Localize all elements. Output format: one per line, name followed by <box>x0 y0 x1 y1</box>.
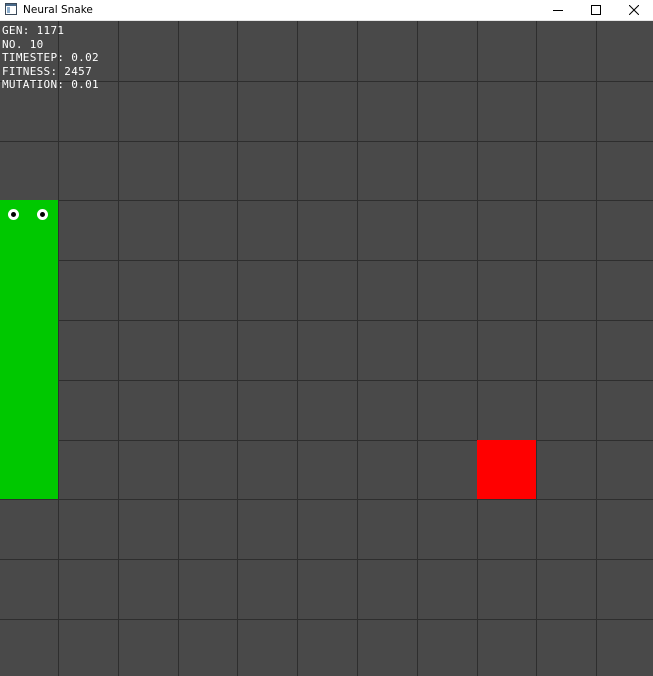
fitness-text: FITNESS: 2457 <box>2 64 92 78</box>
close-icon <box>629 5 639 15</box>
game-window: Neural Snake GEN: 1171 NO. 10 TIMESTEP: … <box>0 0 653 676</box>
food-apple <box>477 440 536 499</box>
grid-line-horizontal <box>0 559 653 560</box>
grid-line-horizontal <box>0 440 653 441</box>
grid-line-horizontal <box>0 320 653 321</box>
app-window-icon <box>5 3 17 15</box>
minimize-icon <box>553 10 563 11</box>
stats-overlay: GEN: 1171 NO. 10 TIMESTEP: 0.02 FITNESS:… <box>2 24 99 92</box>
snake-head <box>0 200 58 260</box>
grid-line-vertical <box>178 21 179 676</box>
snake-eye-right <box>37 209 48 220</box>
game-board: GEN: 1171 NO. 10 TIMESTEP: 0.02 FITNESS:… <box>0 21 653 676</box>
snake-body-segment <box>0 440 58 499</box>
grid-line-vertical <box>417 21 418 676</box>
minimize-button[interactable] <box>539 0 577 20</box>
grid-line-horizontal <box>0 141 653 142</box>
snake-body-segment <box>0 380 58 440</box>
grid-line-horizontal <box>0 499 653 500</box>
window-title: Neural Snake <box>23 4 93 16</box>
grid-line-horizontal <box>0 380 653 381</box>
generation-text: GEN: 1171 <box>2 24 65 37</box>
grid-line-horizontal <box>0 260 653 261</box>
timestep-text: TIMESTEP: 0.02 <box>2 51 99 64</box>
grid-line-horizontal <box>0 619 653 620</box>
grid-line-vertical <box>357 21 358 676</box>
grid-line-horizontal <box>0 200 653 201</box>
close-button[interactable] <box>615 0 653 20</box>
grid-line-vertical <box>596 21 597 676</box>
individual-number-text: NO. 10 <box>2 37 44 51</box>
snake-eye-left <box>8 209 19 220</box>
grid-line-vertical <box>118 21 119 676</box>
snake-body-segment <box>0 260 58 320</box>
grid-line-vertical <box>58 21 59 676</box>
grid-line-vertical <box>297 21 298 676</box>
grid-line-vertical <box>477 21 478 676</box>
maximize-button[interactable] <box>577 0 615 20</box>
title-bar[interactable]: Neural Snake <box>0 0 653 21</box>
mutation-text: MUTATION: 0.01 <box>2 78 99 91</box>
maximize-icon <box>591 5 601 15</box>
grid-line-vertical <box>237 21 238 676</box>
grid-line-vertical <box>536 21 537 676</box>
snake-body-segment <box>0 320 58 380</box>
